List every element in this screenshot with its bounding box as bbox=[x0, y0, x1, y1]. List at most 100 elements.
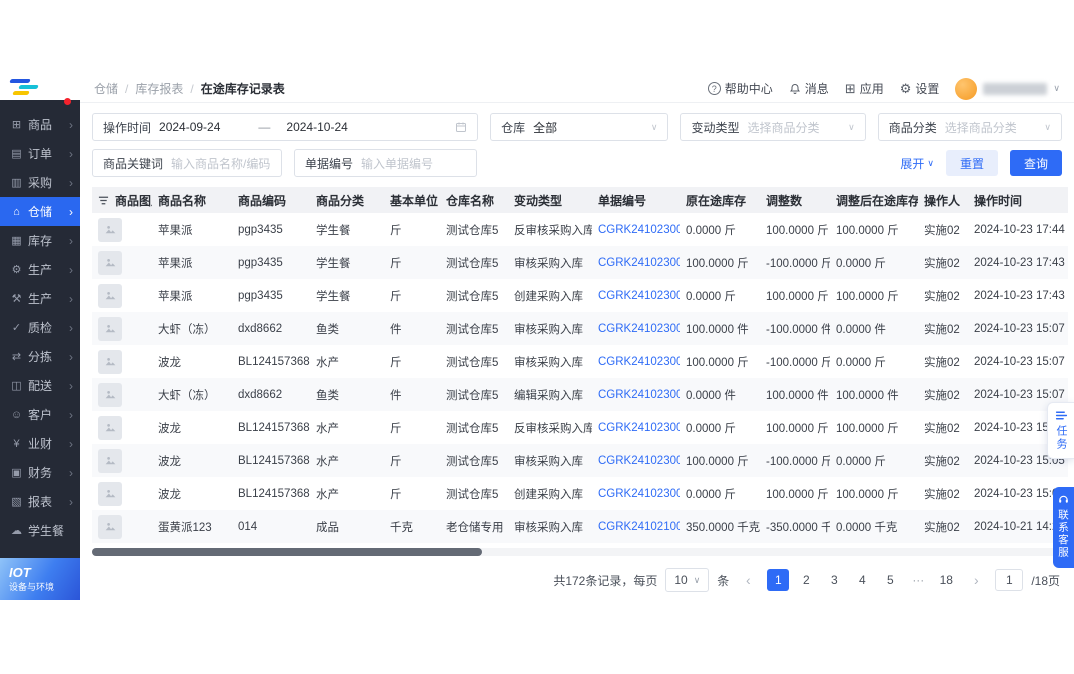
next-page-button[interactable]: › bbox=[965, 569, 987, 591]
contact-service-button[interactable]: 联系客服 bbox=[1053, 487, 1074, 568]
document-number-link[interactable]: CGRK24102300002 bbox=[592, 213, 680, 246]
sidebar-item-label: 库存 bbox=[28, 234, 53, 248]
prev-page-button[interactable]: ‹ bbox=[737, 569, 759, 591]
iot-subtitle: 设备与环境 bbox=[9, 581, 55, 592]
sidebar-item-库存[interactable]: ▦ 库存 › bbox=[0, 226, 80, 255]
sidebar-item-订单[interactable]: ▤ 订单 › bbox=[0, 139, 80, 168]
table-cell: 斤 bbox=[390, 488, 402, 501]
sidebar-item-生产[interactable]: ⚒ 生产 › bbox=[0, 284, 80, 313]
table-cell: 350.0000 千克 bbox=[686, 521, 760, 534]
column-header: 操作人 bbox=[918, 187, 968, 213]
table-row: 苹果派 pgp3435 学生餐 斤 测试仓库5 创建采购入库 CGRK24102300002… bbox=[92, 279, 1068, 312]
user-menu[interactable]: ∨ bbox=[955, 77, 1060, 100]
sidebar-item-分拣[interactable]: ⇄ 分拣 › bbox=[0, 342, 80, 371]
apps-link[interactable]: ⊞ 应用 bbox=[845, 80, 884, 97]
breadcrumb-item[interactable]: 库存报表 bbox=[135, 80, 183, 97]
sidebar-item-商品[interactable]: ⊞ 商品 › bbox=[0, 110, 80, 139]
help-center-link[interactable]: ? 帮助中心 bbox=[707, 80, 773, 97]
category-select[interactable]: 商品分类 选择商品分类 ∨ bbox=[877, 113, 1063, 141]
table-cell: 2024-10-23 15:07 bbox=[974, 355, 1065, 368]
document-number-link[interactable]: CGRK24102300001 bbox=[592, 411, 680, 444]
student-meal-icon: ☁ bbox=[11, 525, 22, 537]
business-finance-icon: ¥ bbox=[13, 437, 20, 450]
table-cell: 0.0000 斤 bbox=[686, 488, 736, 501]
warehouse-select[interactable]: 仓库 全部 ∨ bbox=[490, 113, 669, 141]
product-image-cell bbox=[92, 378, 152, 411]
page-button[interactable]: 1 bbox=[767, 569, 790, 591]
calendar-icon bbox=[455, 121, 467, 133]
search-button[interactable]: 查询 bbox=[1009, 150, 1062, 176]
task-panel-button[interactable]: 任务 bbox=[1047, 402, 1074, 459]
apps-icon: ⊞ bbox=[844, 81, 856, 96]
product-image-placeholder bbox=[98, 349, 122, 374]
document-number-link[interactable]: CGRK24102300001 bbox=[592, 477, 680, 510]
sidebar-item-label: 生产 bbox=[28, 263, 53, 277]
expand-filters-link[interactable]: 展开 ∨ bbox=[900, 155, 934, 172]
document-number-link[interactable]: CGRK24102300001 bbox=[592, 345, 680, 378]
inventory-table: 商品图片商品名称商品编码商品分类基本单位仓库名称变动类型单据编号原在途库存调整数… bbox=[92, 187, 1068, 543]
scrollbar-thumb[interactable] bbox=[92, 548, 482, 556]
document-number-link[interactable]: CGRK24102300002 bbox=[592, 279, 680, 312]
date-range-picker[interactable]: 操作时间 2024-09-24 — 2024-10-24 bbox=[92, 113, 479, 141]
sidebar-item-配送[interactable]: ◫ 配送 › bbox=[0, 371, 80, 400]
app-logo bbox=[8, 79, 54, 97]
messages-link[interactable]: 消息 bbox=[789, 80, 829, 97]
document-number-link[interactable]: CGRK24102300001 bbox=[592, 312, 680, 345]
sidebar-item-质检[interactable]: ✓ 质检 › bbox=[0, 313, 80, 342]
sidebar-item-业财[interactable]: ¥ 业财 › bbox=[0, 429, 80, 458]
table-cell: 斤 bbox=[390, 257, 402, 270]
sidebar-item-生产[interactable]: ⚙ 生产 › bbox=[0, 255, 80, 284]
table-cell: 创建采购入库 bbox=[514, 488, 583, 501]
settings-link[interactable]: ⚙ 设置 bbox=[900, 80, 940, 97]
page-button[interactable]: 4 bbox=[851, 569, 873, 591]
table-cell: BL124157368 bbox=[238, 421, 310, 434]
page-jump-input[interactable]: 1 bbox=[995, 569, 1024, 591]
table-cell: 鱼类 bbox=[316, 389, 339, 402]
sidebar-item-报表[interactable]: ▧ 报表 › bbox=[0, 487, 80, 516]
sidebar-item-客户[interactable]: ☺ 客户 › bbox=[0, 400, 80, 429]
filter-panel: 操作时间 2024-09-24 — 2024-10-24 仓库 全部 ∨ 变动类… bbox=[80, 103, 1074, 177]
reset-button[interactable]: 重置 bbox=[945, 150, 998, 176]
table-cell: 编辑采购入库 bbox=[514, 389, 583, 402]
document-number-link[interactable]: CGRK24102100002 bbox=[592, 510, 680, 543]
service-label: 联系客服 bbox=[1057, 509, 1069, 559]
document-number-link[interactable]: CGRK24102300002 bbox=[592, 246, 680, 279]
table-cell: 水产 bbox=[316, 455, 339, 468]
document-number-link[interactable]: CGRK24102300001 bbox=[592, 378, 680, 411]
page-button[interactable]: 18 bbox=[935, 569, 957, 591]
change-type-select[interactable]: 变动类型 选择商品分类 ∨ bbox=[680, 113, 866, 141]
notification-dot bbox=[64, 98, 71, 105]
table-cell: 实施02 bbox=[924, 389, 960, 402]
table-cell: 测试仓库5 bbox=[446, 422, 499, 435]
column-settings-icon[interactable] bbox=[98, 195, 109, 206]
sidebar-item-label: 配送 bbox=[28, 379, 53, 393]
product-image-placeholder bbox=[98, 217, 122, 242]
sidebar-item-采购[interactable]: ▥ 采购 › bbox=[0, 168, 80, 197]
table-cell: 老仓储专用 bbox=[446, 521, 504, 534]
warehouse-icon: ⌂ bbox=[13, 205, 20, 218]
sidebar-item-label: 质检 bbox=[28, 321, 53, 335]
table-row: 蛋黄派123 014 成品 千克 老仓储专用审核采购入库 CGRK24102100002 3… bbox=[92, 510, 1068, 543]
page-size-select[interactable]: 10 ∨ bbox=[665, 568, 710, 592]
sidebar-item-财务[interactable]: ▣ 财务 › bbox=[0, 458, 80, 487]
document-number-link[interactable]: CGRK24102300001 bbox=[592, 444, 680, 477]
table-cell: 斤 bbox=[390, 356, 402, 369]
bell-icon bbox=[789, 83, 801, 95]
keyword-input[interactable]: 商品关键词 输入商品名称/编码 bbox=[92, 149, 282, 177]
topbar-actions: ? 帮助中心 消息 ⊞ 应用 ⚙ 设置 ∨ bbox=[707, 77, 1060, 100]
horizontal-scrollbar[interactable] bbox=[92, 548, 1062, 556]
change-type-placeholder: 选择商品分类 bbox=[747, 120, 820, 135]
page-button[interactable]: 5 bbox=[879, 569, 901, 591]
document-number-input[interactable]: 单据编号 输入单据编号 bbox=[294, 149, 477, 177]
sidebar-item-仓储[interactable]: ⌂ 仓储 › bbox=[0, 197, 80, 226]
page-button[interactable]: 2 bbox=[795, 569, 817, 591]
table-cell: BL124157368 bbox=[238, 487, 310, 500]
sidebar-item-label: 采购 bbox=[28, 176, 53, 190]
page-button[interactable]: 3 bbox=[823, 569, 845, 591]
product-image-placeholder bbox=[98, 481, 122, 506]
breadcrumb-item[interactable]: 仓储 bbox=[94, 80, 118, 97]
sidebar-item-学生餐[interactable]: ☁ 学生餐 bbox=[0, 516, 80, 545]
page-total-label: /18页 bbox=[1031, 573, 1060, 588]
table-cell: 苹果派 bbox=[158, 290, 193, 303]
sidebar-footer-iot[interactable]: IOT 设备与环境 bbox=[0, 558, 80, 600]
